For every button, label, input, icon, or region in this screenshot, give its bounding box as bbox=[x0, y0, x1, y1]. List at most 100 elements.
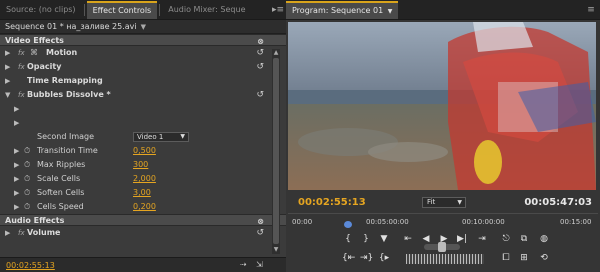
expand-triangle-icon[interactable]: ▶ bbox=[5, 226, 10, 240]
expand-triangle-icon[interactable]: ▶ bbox=[14, 186, 19, 200]
effect-row-opacity[interactable]: ▶ fx Opacity ↺ bbox=[0, 60, 286, 74]
reset-icon[interactable]: ↺ bbox=[256, 46, 264, 60]
add-marker-icon[interactable]: ▼ bbox=[378, 234, 390, 244]
step-back-icon[interactable]: ◀ bbox=[420, 234, 432, 244]
stopwatch-icon[interactable]: ⏱ bbox=[24, 144, 30, 158]
program-tab-label: Program: Sequence 01 bbox=[292, 6, 384, 15]
safe-margins-icon[interactable]: ⧠ bbox=[500, 253, 512, 263]
expand-triangle-icon[interactable]: ▶ bbox=[5, 46, 10, 60]
fx-icon[interactable]: fx bbox=[18, 60, 25, 74]
trim-icon[interactable]: {▸ bbox=[378, 253, 390, 263]
step-forward-icon[interactable]: ▶| bbox=[456, 234, 468, 244]
video-effects-label: Video Effects bbox=[5, 36, 64, 45]
mark-in-icon[interactable]: { bbox=[342, 234, 354, 244]
extract-icon[interactable]: ⧉ bbox=[518, 234, 530, 244]
param-row-transition-time: ▶ ⏱ Transition Time 0,500 bbox=[0, 144, 286, 158]
program-video-frame[interactable] bbox=[288, 22, 596, 190]
expand-triangle-icon[interactable]: ▶ bbox=[14, 144, 19, 158]
program-monitor-panel: Program: Sequence 01 ▼ ≡ 00:02:55:13 Fit… bbox=[286, 0, 600, 272]
scroll-down-icon[interactable]: ▼ bbox=[272, 246, 280, 254]
second-image-dropdown[interactable]: Video 1 ▼ bbox=[133, 132, 189, 142]
shuttle-slider[interactable] bbox=[424, 242, 460, 252]
fx-icon[interactable]: fx bbox=[18, 226, 25, 240]
effect-label-time-remapping: Time Remapping bbox=[27, 76, 103, 85]
panel-menu-icon[interactable]: ▸≡ bbox=[272, 5, 284, 15]
zoom-dropdown[interactable]: Fit ▼ bbox=[422, 197, 466, 208]
param-label-max-ripples: Max Ripples bbox=[37, 160, 86, 169]
effect-label-motion: Motion bbox=[46, 48, 78, 57]
collapse-triangle-icon[interactable]: ▼ bbox=[5, 88, 10, 102]
param-row-soften-cells: ▶ ⏱ Soften Cells 3,00 bbox=[0, 186, 286, 200]
mark-out-icon[interactable]: } bbox=[360, 234, 372, 244]
scroll-thumb[interactable] bbox=[273, 58, 279, 244]
tab-effect-controls[interactable]: Effect Controls bbox=[86, 1, 158, 19]
param-value-max-ripples[interactable]: 300 bbox=[133, 158, 148, 172]
param-row-empty[interactable]: ▶ bbox=[0, 102, 286, 116]
param-label-scale-cells: Scale Cells bbox=[37, 174, 81, 183]
motion-handle-icon[interactable]: ⌘ bbox=[30, 46, 38, 60]
effect-row-time-remapping[interactable]: ▶ Time Remapping bbox=[0, 74, 286, 88]
effect-row-motion[interactable]: ▶ fx ⌘ Motion ↺ bbox=[0, 46, 286, 60]
go-to-next-edit-icon[interactable]: ⇥} bbox=[360, 253, 373, 263]
tab-audio-mixer[interactable]: Audio Mixer: Seque bbox=[162, 1, 251, 19]
stopwatch-icon[interactable]: ⏱ bbox=[24, 158, 30, 172]
stopwatch-icon[interactable]: ⏱ bbox=[24, 200, 30, 214]
shuttle-knob[interactable] bbox=[438, 242, 446, 252]
expand-triangle-icon[interactable]: ▶ bbox=[14, 158, 19, 172]
reset-icon[interactable]: ↺ bbox=[256, 60, 264, 74]
fx-icon[interactable]: fx bbox=[18, 88, 25, 102]
param-row-empty[interactable]: ▶ bbox=[0, 116, 286, 130]
effect-controls-footer: 00:02:55:13 ⇢ ⇲ bbox=[0, 257, 286, 272]
lift-icon[interactable]: ⎋ bbox=[500, 234, 512, 244]
ruler-label: 00:15:00 bbox=[560, 218, 592, 226]
expand-triangle-icon[interactable]: ▶ bbox=[14, 200, 19, 214]
video-frame-image bbox=[288, 22, 596, 190]
scroll-up-icon[interactable]: ▲ bbox=[272, 49, 280, 57]
param-value-soften-cells[interactable]: 3,00 bbox=[133, 186, 151, 200]
effect-controls-timecode[interactable]: 00:02:55:13 bbox=[6, 261, 55, 270]
panel-menu-icon[interactable]: ≡ bbox=[586, 5, 596, 15]
tab-source[interactable]: Source: (no clips) bbox=[0, 1, 82, 19]
zoom-value: Fit bbox=[427, 198, 436, 206]
stopwatch-icon[interactable]: ⏱ bbox=[24, 186, 30, 200]
tab-program-sequence[interactable]: Program: Sequence 01 ▼ bbox=[286, 1, 399, 19]
param-label-transition-time: Transition Time bbox=[37, 146, 98, 155]
expand-triangle-icon[interactable]: ▶ bbox=[14, 102, 19, 116]
export-frame-icon[interactable]: ⊞ bbox=[518, 253, 530, 263]
sequence-clip-selector[interactable]: Sequence 01 * на_заливе 25.avi ▼ bbox=[0, 20, 286, 34]
expand-triangle-icon[interactable]: ▶ bbox=[5, 74, 10, 88]
reset-icon[interactable]: ↺ bbox=[256, 88, 264, 102]
chevron-down-icon: ▼ bbox=[457, 199, 462, 206]
param-row-scale-cells: ▶ ⏱ Scale Cells 2,000 bbox=[0, 172, 286, 186]
reset-icon[interactable]: ↺ bbox=[256, 226, 264, 240]
stopwatch-icon[interactable]: ⏱ bbox=[24, 172, 30, 186]
go-to-out-icon[interactable]: ⇥ bbox=[476, 234, 488, 244]
param-value-transition-time[interactable]: 0,500 bbox=[133, 144, 156, 158]
effect-label-bubbles-dissolve: Bubbles Dissolve * bbox=[27, 90, 111, 99]
go-to-in-icon[interactable]: ⇤ bbox=[402, 234, 414, 244]
go-to-previous-edit-icon[interactable]: {⇤ bbox=[342, 253, 355, 263]
output-icon[interactable]: ◍ bbox=[538, 234, 550, 244]
current-timecode[interactable]: 00:02:55:13 bbox=[298, 197, 366, 208]
expand-triangle-icon[interactable]: ▶ bbox=[5, 60, 10, 74]
time-ruler[interactable]: 00:00 00:05:00:00 00:10:00:00 00:15:00 bbox=[288, 213, 598, 230]
chevron-down-icon: ▼ bbox=[140, 22, 147, 31]
loop-icon[interactable]: ⟲ bbox=[538, 253, 550, 263]
effect-row-volume[interactable]: ▶ fx Volume ↺ bbox=[0, 226, 286, 240]
program-timecode-row: 00:02:55:13 Fit ▼ 00:05:47:03 bbox=[286, 193, 600, 213]
filter-icon[interactable]: ⇢ bbox=[240, 260, 247, 269]
effect-row-bubbles-dissolve[interactable]: ▼ fx Bubbles Dissolve * ↺ bbox=[0, 88, 286, 102]
export-icon[interactable]: ⇲ bbox=[256, 260, 263, 269]
left-tab-bar: Source: (no clips) Effect Controls Audio… bbox=[0, 0, 286, 20]
param-value-scale-cells[interactable]: 2,000 bbox=[133, 172, 156, 186]
jog-wheel[interactable] bbox=[406, 254, 484, 264]
expand-triangle-icon[interactable]: ▶ bbox=[14, 116, 19, 130]
sequence-clip-label: Sequence 01 * на_заливе 25.avi bbox=[5, 22, 137, 31]
effect-label-opacity: Opacity bbox=[27, 62, 62, 71]
playhead[interactable] bbox=[344, 221, 352, 228]
param-value-cells-speed[interactable]: 0,200 bbox=[133, 200, 156, 214]
fx-icon[interactable]: fx bbox=[18, 46, 25, 60]
param-row-max-ripples: ▶ ⏱ Max Ripples 300 bbox=[0, 158, 286, 172]
vertical-scrollbar[interactable]: ▲ ▼ bbox=[272, 49, 280, 254]
expand-triangle-icon[interactable]: ▶ bbox=[14, 172, 19, 186]
